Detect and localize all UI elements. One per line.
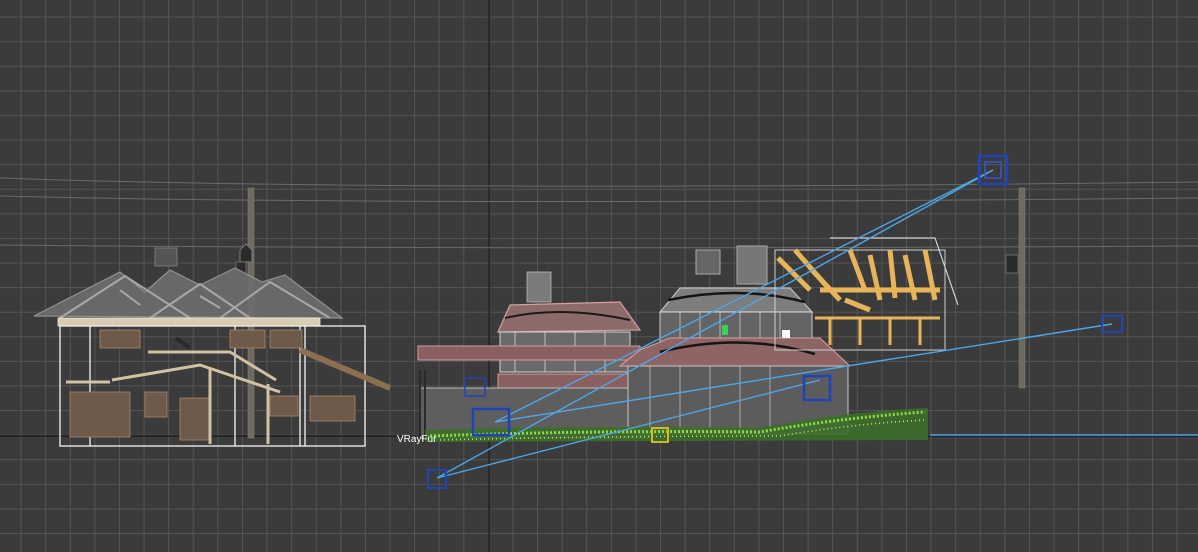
viewport-front[interactable]: VRayFur	[0, 0, 1198, 552]
utility-pole-right[interactable]	[1005, 187, 1026, 389]
power-cables	[0, 177, 1198, 249]
scene-canvas[interactable]	[0, 0, 1198, 552]
house-left-wireframe[interactable]	[33, 247, 392, 447]
selected-object-label: VRayFur	[397, 434, 437, 445]
